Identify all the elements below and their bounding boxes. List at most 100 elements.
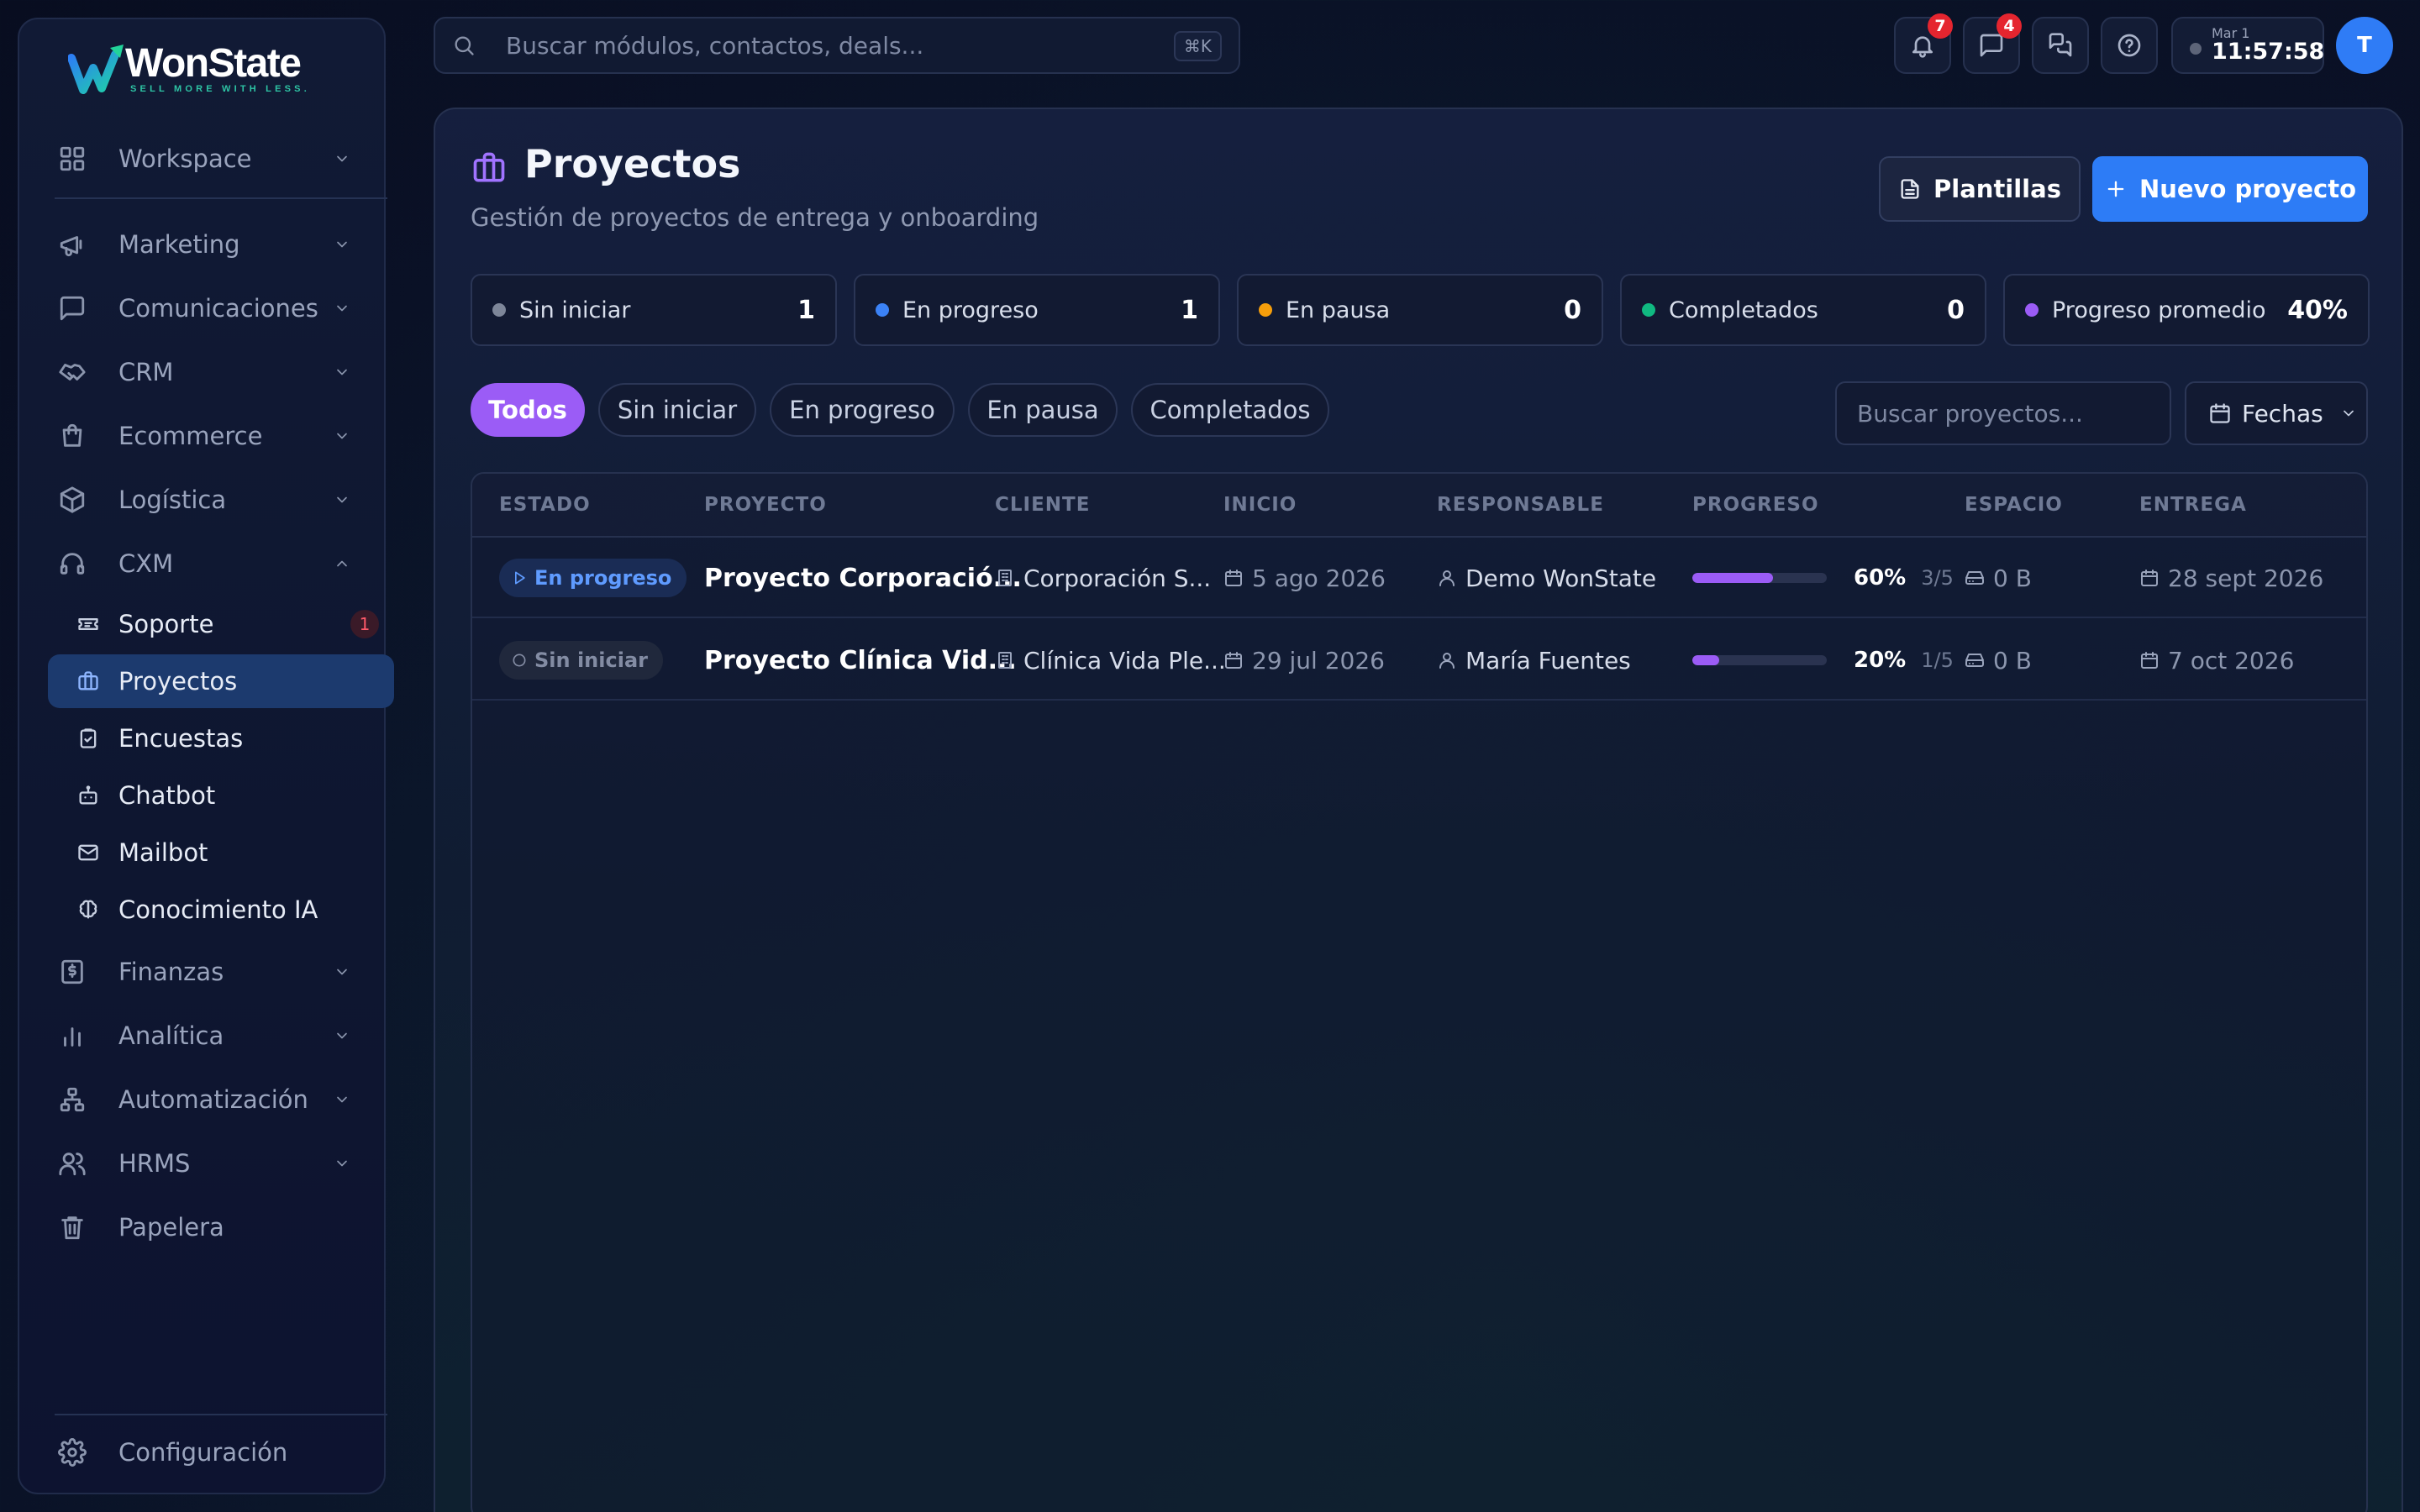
trash-icon — [61, 1216, 83, 1240]
dates-filter-button[interactable]: Fechas — [2185, 381, 2368, 445]
column-header[interactable]: INICIO — [1223, 494, 1297, 516]
receipt-dollar-icon — [61, 959, 83, 984]
status-dot — [492, 303, 506, 317]
notifications-button[interactable]: 7 — [1894, 13, 1953, 74]
nav-label: Ecommerce — [118, 422, 263, 450]
sidebar-divider — [55, 197, 387, 199]
sidebar-item-label: Proyectos — [118, 667, 238, 696]
bar-chart-icon — [64, 1027, 81, 1047]
project-name[interactable]: Proyecto Clínica Vid... — [704, 646, 1017, 675]
sidebar-item-conocimiento-ia[interactable]: Conocimiento IA — [48, 883, 394, 937]
column-header[interactable]: ENTREGA — [2139, 494, 2247, 516]
sidebar-item-chatbot[interactable]: Chatbot — [48, 769, 394, 822]
nav-label: Finanzas — [118, 958, 224, 986]
hard-drive-icon — [1965, 654, 1984, 667]
nav-papelera[interactable]: Papelera — [58, 1202, 386, 1252]
nav-hrms[interactable]: HRMS — [58, 1138, 386, 1189]
status-cell: Sin iniciar — [499, 620, 663, 701]
column-header[interactable]: RESPONSABLE — [1437, 494, 1604, 516]
chevron-down-icon — [337, 969, 347, 975]
sidebar-item-proyectos[interactable]: Proyectos — [48, 654, 394, 708]
brand-tagline: SELL MORE WITH LESS. — [130, 84, 310, 94]
conversations-button[interactable] — [2032, 17, 2089, 74]
nav-logistica[interactable]: Logística — [58, 475, 386, 525]
nav-workspace[interactable]: Workspace — [58, 134, 386, 184]
nav-finanzas[interactable]: Finanzas — [58, 947, 386, 997]
new-project-button[interactable]: Nuevo proyecto — [2092, 156, 2368, 222]
sidebar-item-encuestas[interactable]: Encuestas — [48, 711, 394, 765]
status-dot — [1642, 303, 1655, 317]
project-cell[interactable]: Proyecto Corporació... — [704, 538, 1022, 618]
stat-value: 1 — [797, 295, 815, 325]
nav-automatizacion[interactable]: Automatización — [58, 1074, 386, 1125]
sidebar-item-mailbot[interactable]: Mailbot — [48, 826, 394, 879]
templates-button[interactable]: Plantillas — [1879, 156, 2081, 222]
filter-sin-iniciar[interactable]: Sin iniciar — [598, 383, 756, 437]
progress-fill — [1692, 655, 1719, 665]
circle-icon — [513, 654, 526, 667]
nav-label: Logística — [118, 486, 227, 514]
calendar-icon — [2141, 570, 2158, 586]
chevron-down-icon — [337, 241, 347, 248]
nav-crm[interactable]: CRM — [58, 347, 386, 397]
global-search-placeholder: Buscar módulos, contactos, deals... — [506, 31, 924, 60]
brand-logo[interactable]: WonState SELL MORE WITH LESS. — [68, 39, 310, 98]
stat-label: En pausa — [1286, 297, 1391, 323]
column-header[interactable]: ESPACIO — [1965, 494, 2063, 516]
table-row[interactable]: En progreso Proyecto Corporació... Corpo… — [472, 538, 2366, 618]
sidebar-divider — [55, 1414, 387, 1415]
progress-cell: 20% 1/5 — [1692, 620, 1954, 701]
help-button[interactable] — [2101, 17, 2158, 74]
nav-ecommerce[interactable]: Ecommerce — [58, 411, 386, 461]
clipboard-check-icon — [80, 728, 97, 748]
project-search-input[interactable]: Buscar proyectos... — [1835, 381, 2171, 445]
table-row[interactable]: Sin iniciar Proyecto Clínica Vid... Clín… — [472, 620, 2366, 701]
chevron-down-icon — [337, 155, 347, 162]
status-dot — [876, 303, 889, 317]
clock-time: 11:57:58 — [2212, 39, 2325, 65]
start-cell: 5 ago 2026 — [1223, 538, 1386, 618]
nav-analitica[interactable]: Analítica — [58, 1011, 386, 1061]
tasks-count: 3/5 — [1921, 566, 1954, 590]
status-badge-label: Sin iniciar — [534, 648, 648, 672]
calendar-icon — [2141, 652, 2158, 669]
nav-cxm[interactable]: CXM — [58, 538, 386, 589]
sidebar-item-soporte[interactable]: Soporte 1 — [48, 597, 394, 651]
messages-button[interactable]: 4 — [1963, 13, 2022, 74]
column-header[interactable]: CLIENTE — [995, 494, 1090, 516]
file-text-icon — [1901, 179, 1919, 199]
filter-en-progreso[interactable]: En progreso — [770, 383, 955, 437]
due-cell: 7 oct 2026 — [2139, 620, 2294, 701]
nav-marketing[interactable]: Marketing — [58, 219, 386, 270]
nav-comunicaciones[interactable]: Comunicaciones — [58, 283, 386, 333]
project-cell[interactable]: Proyecto Clínica Vid... — [704, 620, 1017, 701]
shopping-bag-icon — [62, 423, 82, 447]
chat-bubble-icon — [60, 296, 85, 321]
column-header[interactable]: PROYECTO — [704, 494, 827, 516]
briefcase-icon — [473, 152, 505, 182]
filter-completados[interactable]: Completados — [1131, 383, 1329, 437]
nav-workspace-label: Workspace — [118, 144, 252, 173]
filter-en-pausa[interactable]: En pausa — [968, 383, 1118, 437]
user-icon — [1439, 570, 1455, 586]
play-icon — [515, 571, 525, 585]
nav-configuracion[interactable]: Configuración — [58, 1427, 386, 1478]
calendar-icon — [1225, 652, 1242, 669]
column-header[interactable]: ESTADO — [499, 494, 591, 516]
user-icon — [1439, 653, 1455, 669]
column-header[interactable]: PROGRESO — [1692, 494, 1819, 516]
due-cell: 28 sept 2026 — [2139, 538, 2323, 618]
client-cell: Corporación S... — [995, 538, 1211, 618]
filter-todos[interactable]: Todos — [471, 383, 585, 437]
user-avatar[interactable]: T — [2336, 17, 2393, 74]
building-icon — [998, 570, 1012, 586]
stat-value: 1 — [1181, 295, 1198, 325]
stat-card-sin-iniciar: Sin iniciar 1 — [471, 274, 837, 346]
workflow-icon — [60, 1087, 85, 1112]
templates-button-label: Plantillas — [1933, 175, 2061, 203]
space-used: 0 B — [1993, 564, 2032, 592]
stat-value: 0 — [1947, 295, 1965, 325]
page-title: Proyectos — [524, 141, 741, 186]
project-name[interactable]: Proyecto Corporació... — [704, 564, 1022, 593]
global-search-input[interactable]: Buscar módulos, contactos, deals... ⌘K — [434, 17, 1240, 74]
